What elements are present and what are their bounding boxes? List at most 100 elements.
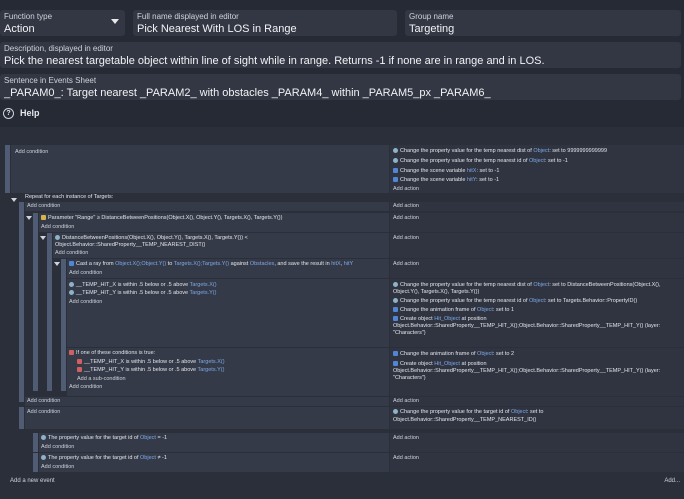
add-action-link[interactable]: Add action xyxy=(393,398,419,405)
add-condition-link[interactable]: Add condition xyxy=(41,464,74,471)
hit-y-condition[interactable]: __TEMP_HIT_Y is within .5 below or .5 ab… xyxy=(69,290,216,297)
collapse-toggle[interactable] xyxy=(54,262,60,266)
param-condition[interactable]: Parameter "Range" ≥ DistanceBetweenPosit… xyxy=(41,215,282,222)
description-field[interactable]: Description, displayed in editor Pick th… xyxy=(0,42,681,68)
add-condition-link[interactable]: Add condition xyxy=(55,250,88,257)
add-condition-link[interactable]: Add condition xyxy=(27,398,60,405)
event-handle[interactable] xyxy=(61,259,66,391)
add-action-link[interactable]: Add action xyxy=(393,235,419,242)
action-row[interactable]: Change the animation frame of Object: se… xyxy=(393,351,514,358)
action-row[interactable]: Change the scene variable hitX: set to -… xyxy=(393,168,499,175)
action-row[interactable]: Change the animation frame of Object: se… xyxy=(393,307,514,314)
eq-actions[interactable]: Add action xyxy=(390,433,684,452)
add-condition-link[interactable]: Add condition xyxy=(69,384,102,391)
hit-x-condition[interactable]: __TEMP_HIT_X is within .5 below or .5 ab… xyxy=(69,282,217,289)
add-action-link[interactable]: Add action xyxy=(393,261,419,268)
invert-icon xyxy=(77,367,82,373)
action-row[interactable]: Change the property value for the target… xyxy=(393,409,543,416)
function-type-select[interactable]: Function type Action xyxy=(0,10,125,36)
eq-conditions[interactable]: The property value for the target id of … xyxy=(39,433,389,452)
add-condition-link[interactable]: Add condition xyxy=(41,444,74,451)
events-sheet[interactable]: Add condition Change the property value … xyxy=(0,127,684,499)
collapse-toggle[interactable] xyxy=(40,236,46,240)
add-new-event-button[interactable]: Add a new event xyxy=(10,478,55,484)
property-icon xyxy=(393,298,398,304)
loop-end-actions[interactable]: Add action xyxy=(390,397,684,406)
add-condition-link[interactable]: Add condition xyxy=(27,409,60,416)
add-condition-link[interactable]: Add condition xyxy=(15,149,48,156)
action-row[interactable]: Change the property value for the temp n… xyxy=(393,282,661,289)
create-object-icon xyxy=(393,361,398,367)
eq-condition[interactable]: The property value for the target id of … xyxy=(41,435,167,442)
target-actions[interactable]: Change the property value for the target… xyxy=(390,407,684,429)
compare-icon xyxy=(55,235,60,241)
add-action-link[interactable]: Add action xyxy=(393,435,419,442)
raycast-actions[interactable]: Add action xyxy=(390,259,684,278)
event-handle[interactable] xyxy=(33,453,38,472)
action-row[interactable]: Change the property value for the temp n… xyxy=(393,148,607,155)
help-button[interactable]: ? Help xyxy=(3,108,40,120)
action-row[interactable]: Create object Hit_Object at position xyxy=(393,361,487,368)
raycast-condition[interactable]: Cast a ray from Object.X();Object.Y() to… xyxy=(69,261,353,268)
add-condition-link[interactable]: Add condition xyxy=(69,270,102,277)
event-handle[interactable] xyxy=(5,145,10,193)
add-condition-link[interactable]: Add condition xyxy=(41,224,74,231)
action-row[interactable]: Change the property value for the temp n… xyxy=(393,158,568,165)
or-x-condition[interactable]: __TEMP_HIT_X is within .5 below or .5 ab… xyxy=(77,359,225,366)
property-icon xyxy=(393,409,398,415)
sentence-field[interactable]: Sentence in Events Sheet _PARAM0_: Targe… xyxy=(0,74,681,100)
event-handle[interactable] xyxy=(19,202,24,402)
hit-conditions[interactable]: __TEMP_HIT_X is within .5 below or .5 ab… xyxy=(67,279,389,347)
property-icon xyxy=(393,148,398,154)
parameter-icon xyxy=(41,215,46,221)
or-condition-label[interactable]: If one of these conditions is true: xyxy=(69,350,155,357)
group-name-field[interactable]: Group name Targeting xyxy=(405,10,681,36)
loop-end-conditions[interactable]: Add condition xyxy=(25,397,389,406)
function-type-value: Action xyxy=(4,23,35,35)
or-y-condition[interactable]: __TEMP_HIT_Y is within .5 below or .5 ab… xyxy=(77,367,224,374)
neq-actions[interactable]: Add action xyxy=(390,453,684,472)
event-1-actions[interactable]: Change the property value for the temp n… xyxy=(390,145,684,193)
event-handle[interactable] xyxy=(47,233,52,391)
full-name-field[interactable]: Full name displayed in editor Pick Neare… xyxy=(133,10,397,36)
range-actions[interactable]: Add action xyxy=(390,213,684,232)
add-subcondition-link[interactable]: Add a sub-condition xyxy=(77,376,126,383)
distance-conditions[interactable]: DistanceBetweenPositions(Object.X(), Obj… xyxy=(53,233,389,258)
or-actions[interactable]: Change the animation frame of Object: se… xyxy=(390,348,684,396)
raycast-conditions[interactable]: Cast a ray from Object.X();Object.Y() to… xyxy=(67,259,389,278)
action-row-line3: "Characters") xyxy=(393,375,426,381)
repeat-actions[interactable]: Add action xyxy=(390,202,684,211)
hit-actions[interactable]: Change the property value for the temp n… xyxy=(390,279,684,347)
collapse-toggle[interactable] xyxy=(26,216,32,220)
repeat-conditions[interactable]: Add condition xyxy=(25,202,389,211)
action-row[interactable]: Change the property value for the temp n… xyxy=(393,298,637,305)
distance-actions[interactable]: Add action xyxy=(390,233,684,258)
event-handle[interactable] xyxy=(19,407,24,429)
neq-conditions[interactable]: The property value for the target id of … xyxy=(39,453,389,472)
add-condition-link[interactable]: Add condition xyxy=(69,299,102,306)
distance-condition-line2: Object.Behavior::SharedProperty__TEMP_NE… xyxy=(55,242,206,248)
variable-icon xyxy=(393,177,398,183)
event-1-conditions[interactable]: Add condition xyxy=(11,145,389,193)
action-row-line2: Object.Behavior::SharedProperty__TEMP_HI… xyxy=(393,368,661,374)
variable-compare-icon xyxy=(69,290,74,296)
function-type-label: Function type xyxy=(4,12,53,21)
add-action-link[interactable]: Add action xyxy=(393,186,419,193)
variable-compare-icon xyxy=(69,282,74,288)
add-condition-link[interactable]: Add condition xyxy=(27,203,60,210)
event-handle[interactable] xyxy=(33,213,38,391)
add-more-button[interactable]: Add... xyxy=(664,478,680,484)
neq-condition[interactable]: The property value for the target id of … xyxy=(41,455,167,462)
or-conditions[interactable]: If one of these conditions is true: __TE… xyxy=(67,348,389,396)
add-action-link[interactable]: Add action xyxy=(393,455,419,462)
add-action-link[interactable]: Add action xyxy=(393,203,419,210)
add-action-link[interactable]: Add action xyxy=(393,215,419,222)
variable-icon xyxy=(393,168,398,174)
event-handle[interactable] xyxy=(33,433,38,452)
target-conditions[interactable]: Add condition xyxy=(25,407,389,429)
action-row[interactable]: Create object Hit_Object at position xyxy=(393,316,487,323)
collapse-toggle[interactable] xyxy=(11,198,17,202)
distance-condition[interactable]: DistanceBetweenPositions(Object.X(), Obj… xyxy=(55,235,248,242)
action-row[interactable]: Change the scene variable hitY: set to -… xyxy=(393,177,499,184)
range-conditions[interactable]: Parameter "Range" ≥ DistanceBetweenPosit… xyxy=(39,213,389,232)
